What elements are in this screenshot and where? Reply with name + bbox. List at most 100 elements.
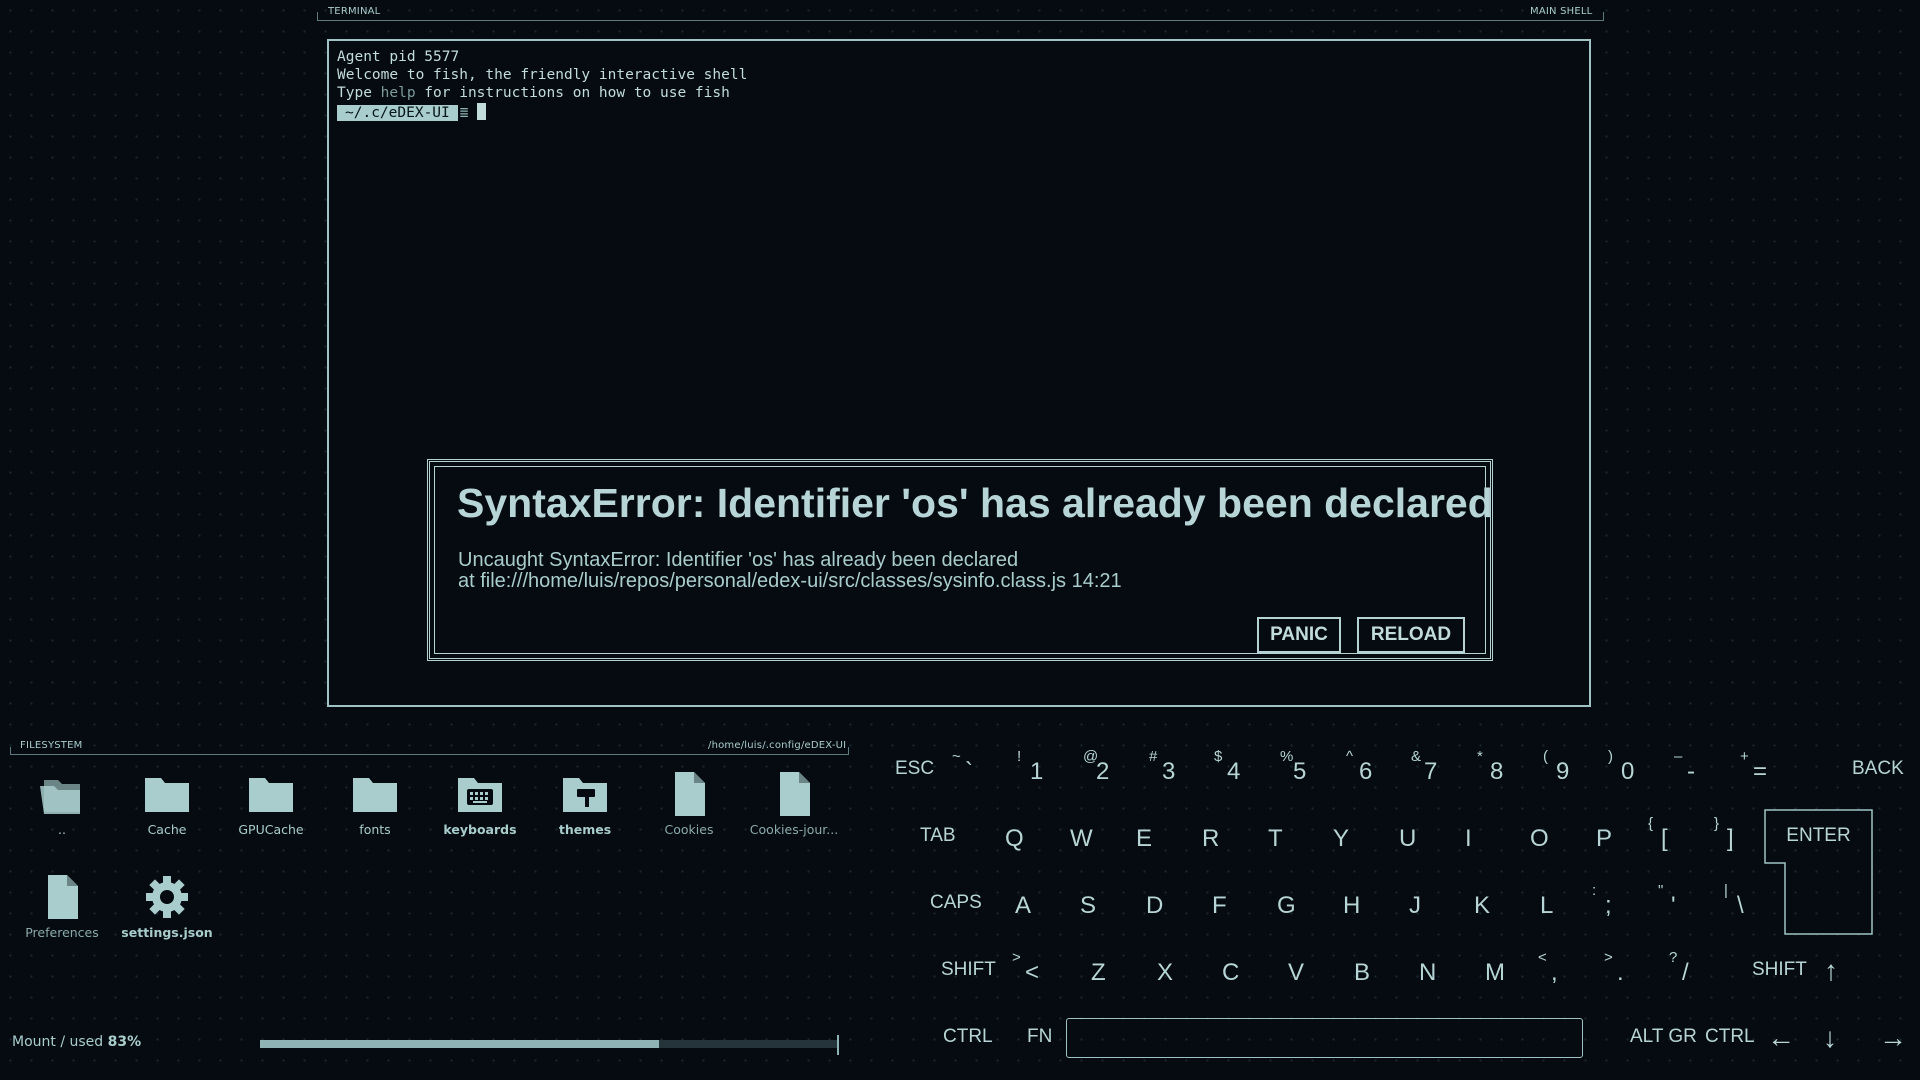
- key-label: 1: [1030, 758, 1044, 785]
- key-shift-label: –: [1674, 748, 1683, 765]
- key-label: O: [1530, 825, 1549, 852]
- terminal-line: Agent pid 5577: [337, 49, 460, 65]
- prompt-path: ~/.c/eDEX-UI: [337, 105, 458, 121]
- key-shift-label: :: [1592, 882, 1597, 899]
- key-label: 4: [1227, 758, 1241, 785]
- key-label: TAB: [920, 825, 956, 846]
- fs-item-label: Cookies: [664, 822, 714, 837]
- terminal-header-line: [317, 20, 1604, 21]
- fs-item-file[interactable]: Cookies: [639, 772, 739, 837]
- key-label: →: [1879, 1022, 1907, 1053]
- key-label: CAPS: [930, 892, 982, 913]
- key-label: I: [1465, 825, 1472, 852]
- key-shift-label: @: [1083, 748, 1099, 765]
- enter-key[interactable]: ENTER: [1764, 809, 1873, 935]
- spacebar-key[interactable]: [1066, 1018, 1583, 1058]
- fs-item-label: GPUCache: [238, 822, 304, 837]
- key-shift-label: #: [1149, 748, 1158, 765]
- key-label: ALT GR: [1630, 1026, 1697, 1047]
- terminal-header-label: TERMINAL: [328, 6, 381, 17]
- key-label: Z: [1091, 959, 1106, 986]
- key-label: ←: [1767, 1022, 1795, 1053]
- key-shift-label: >: [1604, 949, 1613, 966]
- key-label: F: [1212, 892, 1227, 919]
- key-label: Y: [1333, 825, 1350, 852]
- settings-gear-icon: [146, 876, 188, 918]
- key-shift-label: >: [1012, 949, 1021, 966]
- key-label: 6: [1359, 758, 1373, 785]
- key-label: SHIFT: [1752, 959, 1807, 980]
- key-label: V: [1288, 959, 1305, 986]
- key-label: 5: [1293, 758, 1307, 785]
- fs-item-label: keyboards: [443, 822, 517, 837]
- fs-item-folder[interactable]: themes: [535, 772, 635, 837]
- enter-key-label: ENTER: [1786, 825, 1851, 846]
- fs-item-folder[interactable]: GPUCache: [221, 772, 321, 837]
- file-icon: [675, 772, 705, 816]
- help-keyword: help: [380, 85, 416, 101]
- file-icon: [48, 875, 78, 919]
- key-label: FN: [1027, 1026, 1053, 1047]
- file-icon: [780, 772, 810, 816]
- error-message: Uncaught SyntaxError: Identifier 'os' ha…: [458, 549, 1019, 571]
- fs-item-file[interactable]: Preferences: [12, 875, 112, 940]
- terminal-cursor: [476, 103, 486, 120]
- key-label: Q: [1005, 825, 1024, 852]
- key-shift-label: ?: [1669, 949, 1678, 966]
- mount-percent: 83%: [107, 1034, 142, 1050]
- terminal-prompt-line[interactable]: ~/.c/eDEX-UI ≣: [337, 103, 486, 121]
- key-shift-label: |: [1724, 882, 1728, 899]
- key-label: A: [1015, 892, 1032, 919]
- key-label: SHIFT: [941, 959, 996, 980]
- themes-folder-icon: [563, 778, 607, 812]
- terminal-header-shell-label: MAIN SHELL: [1530, 6, 1593, 17]
- key-shift-label: }: [1714, 815, 1720, 832]
- fs-item-label: themes: [558, 822, 612, 837]
- fs-item-file[interactable]: Cookies-jour...: [744, 772, 844, 837]
- help-line-suffix: for instructions on how to use fish: [415, 85, 730, 101]
- terminal-window[interactable]: Agent pid 5577 Welcome to fish, the frie…: [327, 39, 1591, 707]
- key-label: `: [965, 758, 973, 785]
- fs-item-label: Preferences: [25, 925, 99, 940]
- mount-usage-bar-fill: [260, 1040, 659, 1048]
- key-label: 0: [1621, 758, 1635, 785]
- fs-item-label: Cache: [147, 822, 187, 837]
- key-label: L: [1540, 892, 1554, 919]
- fs-item-folder[interactable]: keyboards: [430, 772, 530, 837]
- terminal-help-line: Type help for instructions on how to use…: [337, 85, 730, 101]
- key-shift-label: ^: [1346, 748, 1354, 765]
- reload-button[interactable]: RELOAD: [1357, 617, 1465, 653]
- key-label: R: [1202, 825, 1220, 852]
- key-label: C: [1222, 959, 1240, 986]
- key-label: ESC: [895, 758, 935, 779]
- key-label: /: [1682, 959, 1689, 986]
- key-label: \: [1737, 892, 1744, 919]
- key-shift-label: ": [1658, 882, 1664, 899]
- fs-item-label: Cookies-jour...: [749, 822, 839, 837]
- key-label: 3: [1162, 758, 1176, 785]
- key-label: M: [1485, 959, 1505, 986]
- panic-button[interactable]: PANIC: [1257, 617, 1341, 653]
- fs-item-label: ..: [58, 822, 66, 837]
- key-label: B: [1354, 959, 1371, 986]
- fs-item-folder[interactable]: fonts: [325, 772, 425, 837]
- folder-icon: [249, 778, 293, 812]
- key-label: P: [1596, 825, 1613, 852]
- key-label: ]: [1727, 825, 1734, 852]
- folder-icon: [353, 778, 397, 812]
- fs-item-parent[interactable]: ..: [12, 772, 112, 837]
- error-dialog: SyntaxError: Identifier 'os' has already…: [427, 459, 1493, 661]
- key-shift-label: $: [1214, 748, 1223, 765]
- keyboard-folder-icon: [458, 778, 502, 812]
- key-label: =: [1753, 758, 1768, 785]
- fs-item-folder[interactable]: Cache: [117, 772, 217, 837]
- key-shift-label: (: [1543, 748, 1548, 765]
- key-label: 7: [1424, 758, 1438, 785]
- key-label: <: [1025, 959, 1040, 986]
- key-label: ↓: [1823, 1022, 1837, 1053]
- key-shift-label: %: [1280, 748, 1294, 765]
- key-label: [: [1661, 825, 1668, 852]
- folder-icon: [145, 778, 189, 812]
- fs-item-settings[interactable]: settings.json: [117, 875, 217, 940]
- error-stack-location: at file:///home/luis/repos/personal/edex…: [458, 570, 1122, 592]
